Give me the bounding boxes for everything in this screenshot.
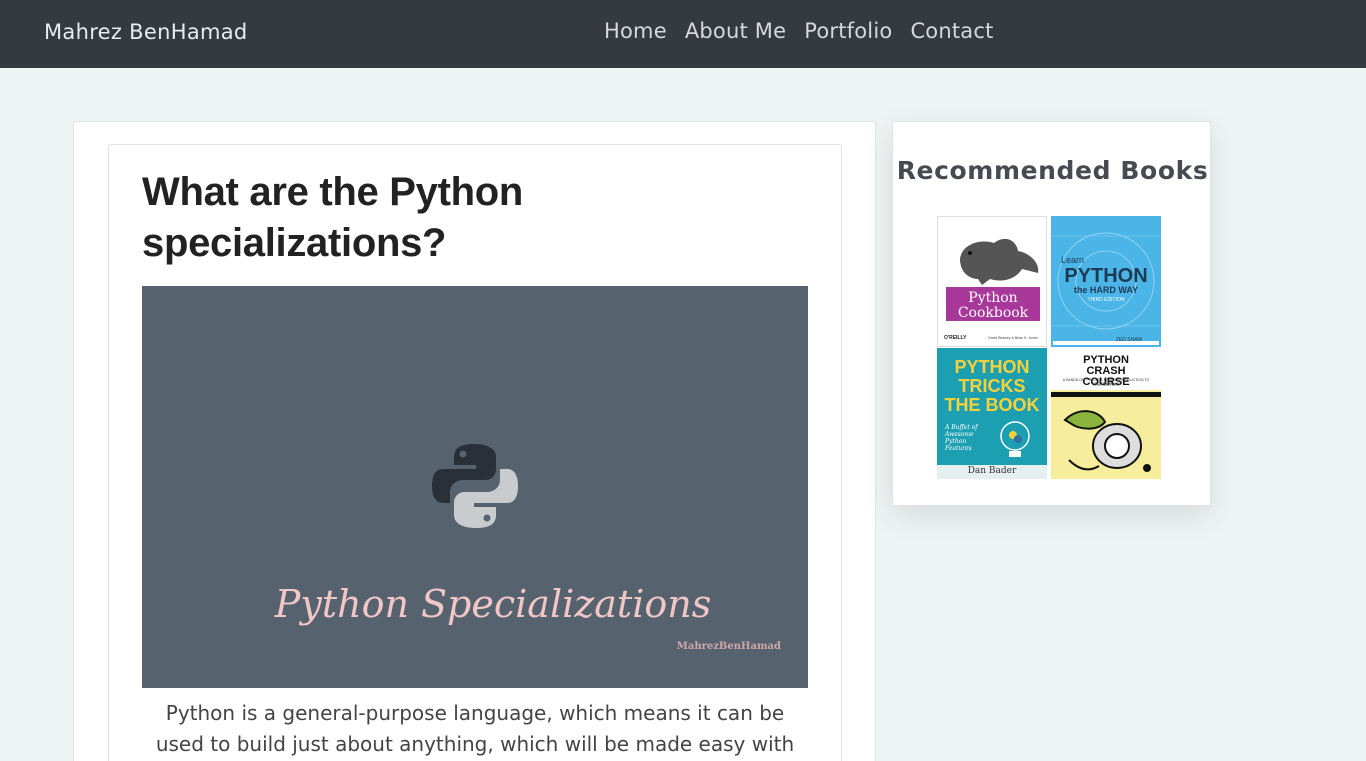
book-python-tricks[interactable]: PYTHON TRICKS THE BOOK A Buffet of Aweso… <box>937 348 1047 479</box>
book-cover-subtitle: the HARD WAY <box>1073 285 1139 295</box>
sidebar-title: Recommended Books <box>896 156 1209 185</box>
python-logo-icon <box>432 444 518 528</box>
nav-item-about-me[interactable]: About Me <box>685 19 786 43</box>
rocket-snake-illustration-icon <box>1063 410 1151 472</box>
recommended-books-grid: Python Cookbook O'REILLY David Beazley &… <box>937 216 1161 479</box>
book-author: Dan Bader <box>967 466 1017 476</box>
book-authors: David Beazley & Brian K. Jones <box>988 336 1038 340</box>
book-cover-title: PYTHON <box>1064 265 1148 287</box>
image-watermark: MahrezBenHamad <box>676 641 781 652</box>
main-content-card: What are the Python specializations? Pyt… <box>73 121 876 761</box>
nav-item-home[interactable]: Home <box>604 19 667 43</box>
post-intro-paragraph: Python is a general-purpose language, wh… <box>155 701 795 756</box>
book-cover-top: Learn <box>1061 255 1085 265</box>
post-featured-image: Python Specializations MahrezBenHamad <box>142 286 808 688</box>
image-caption: Python Specializations <box>274 582 712 626</box>
brand-link[interactable]: Mahrez BenHamad <box>44 20 248 44</box>
nav-item-portfolio[interactable]: Portfolio <box>804 19 892 43</box>
book-author: ERIC MATTHES <box>1093 383 1119 387</box>
nav-menu: Home About Me Portfolio Contact <box>604 19 1012 43</box>
book-publisher: O'REILLY <box>944 335 967 341</box>
book-cover-title: Python Cookbook <box>957 290 1029 321</box>
book-author: ZED SHAW <box>1115 337 1143 343</box>
navbar: Mahrez BenHamad Home About Me Portfolio … <box>0 0 1366 68</box>
book-python-cookbook[interactable]: Python Cookbook O'REILLY David Beazley &… <box>937 216 1047 347</box>
book-learn-python-hard-way[interactable]: Learn PYTHON the HARD WAY THIRD EDITION … <box>1051 216 1161 347</box>
book-cover-title: PYTHON TRICKS THE BOOK <box>944 357 1040 415</box>
sidebar-card: Recommended Books Python Cookbook O'REIL… <box>892 121 1211 506</box>
book-tagline: A Buffet of Awesome Python Features <box>945 424 978 452</box>
post-card: What are the Python specializations? Pyt… <box>108 144 842 761</box>
book-python-crash-course[interactable]: PYTHON CRASH COURSE A HANDS-ON, PROJECT-… <box>1051 348 1161 479</box>
nav-item-contact[interactable]: Contact <box>910 19 993 43</box>
book-edition: THIRD EDITION <box>1087 297 1125 303</box>
lightbulb-icon <box>1000 421 1030 457</box>
rodent-illustration-icon <box>960 238 1039 285</box>
post-title: What are the Python specializations? <box>142 170 523 265</box>
